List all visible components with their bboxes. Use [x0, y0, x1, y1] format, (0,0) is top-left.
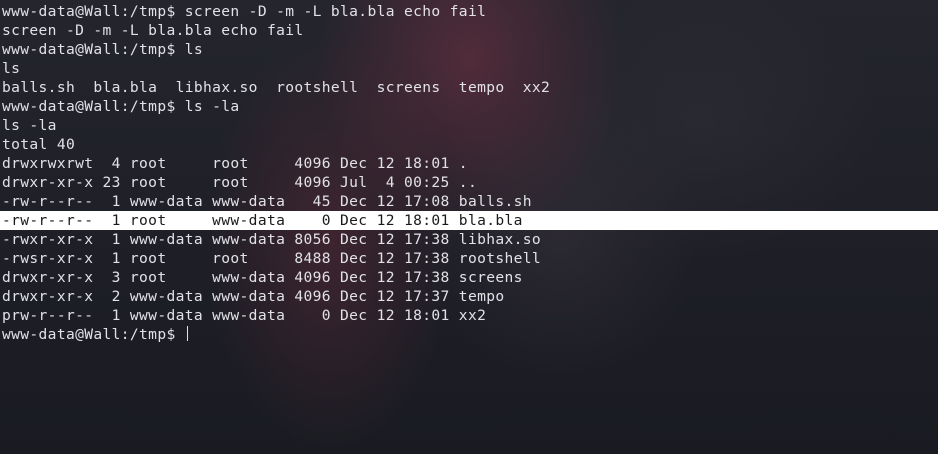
terminal-line: screen -D -m -L bla.bla echo fail [2, 22, 304, 39]
text-cursor [186, 326, 189, 341]
terminal-line: prw-r--r-- 1 www-data www-data 0 Dec 12 … [2, 307, 487, 324]
terminal-window[interactable]: www-data@Wall:/tmp$ screen -D -m -L bla.… [0, 0, 938, 454]
terminal-line: balls.sh bla.bla libhax.so rootshell scr… [2, 79, 551, 96]
terminal-line: -rwxr-xr-x 1 www-data www-data 8056 Dec … [2, 231, 542, 248]
terminal-output: www-data@Wall:/tmp$ screen -D -m -L bla.… [0, 2, 938, 344]
terminal-line: total 40 [2, 136, 76, 153]
terminal-prompt-line[interactable]: www-data@Wall:/tmp$ [2, 325, 938, 344]
terminal-line: -rwsr-xr-x 1 root root 8488 Dec 12 17:38… [2, 250, 542, 267]
terminal-line: www-data@Wall:/tmp$ ls [2, 41, 203, 58]
terminal-line: ls [2, 60, 21, 77]
prompt-text: www-data@Wall:/tmp$ [2, 326, 185, 343]
terminal-line: -rw-r--r-- 1 www-data www-data 45 Dec 12… [2, 193, 532, 210]
terminal-line: drwxr-xr-x 3 root www-data 4096 Dec 12 1… [2, 269, 523, 286]
terminal-line: drwxr-xr-x 23 root root 4096 Jul 4 00:25… [2, 174, 478, 191]
terminal-line: www-data@Wall:/tmp$ ls -la [2, 98, 240, 115]
terminal-line: www-data@Wall:/tmp$ screen -D -m -L bla.… [2, 3, 487, 20]
terminal-line: drwxr-xr-x 2 www-data www-data 4096 Dec … [2, 288, 505, 305]
terminal-line: ls -la [2, 117, 57, 134]
terminal-line: drwxrwxrwt 4 root root 4096 Dec 12 18:01… [2, 155, 468, 172]
terminal-line-selected[interactable]: -rw-r--r-- 1 root www-data 0 Dec 12 18:0… [0, 211, 938, 230]
